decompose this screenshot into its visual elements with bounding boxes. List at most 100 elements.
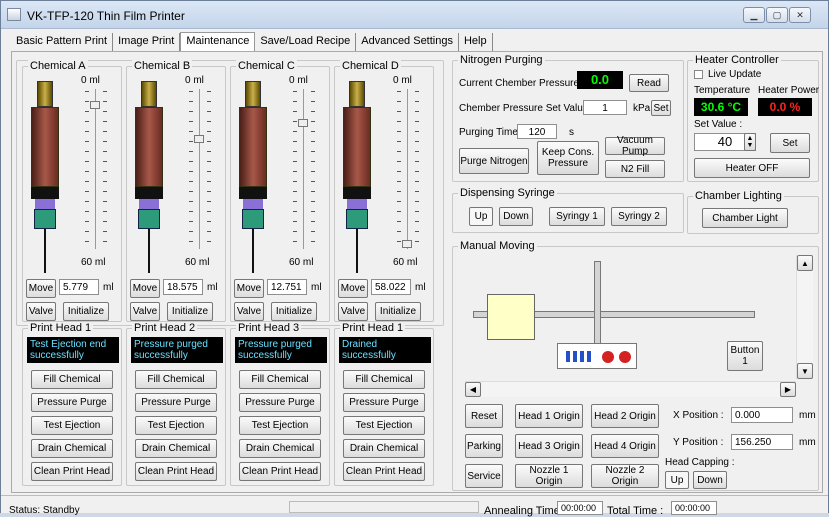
print-head-carriage[interactable] bbox=[487, 294, 535, 340]
fill-chemical-button[interactable]: Fill Chemical bbox=[135, 370, 217, 389]
scroll-right-icon[interactable]: ▶ bbox=[780, 382, 796, 397]
clean-print-head-button[interactable]: Clean Print Head bbox=[135, 462, 217, 481]
reset-button[interactable]: Reset bbox=[465, 404, 503, 428]
scroll-up-icon[interactable]: ▲ bbox=[797, 255, 813, 271]
volume-slider-thumb[interactable] bbox=[298, 119, 308, 127]
drain-chemical-button[interactable]: Drain Chemical bbox=[31, 439, 113, 458]
fill-chemical-button[interactable]: Fill Chemical bbox=[31, 370, 113, 389]
test-ejection-button[interactable]: Test Ejection bbox=[31, 416, 113, 435]
pressure-set-input[interactable]: 1 bbox=[583, 100, 627, 115]
y-position-input[interactable]: 156.250 bbox=[731, 434, 793, 450]
chemical-group-d: Chemical D 0 ml 60 ml Move 58.022 ml Val… bbox=[334, 60, 434, 322]
initialize-button[interactable]: Initialize bbox=[167, 302, 213, 321]
tab-help[interactable]: Help bbox=[459, 33, 493, 51]
head-3-origin-button[interactable]: Head 3 Origin bbox=[515, 434, 583, 458]
chamber-light-button[interactable]: Chamber Light bbox=[702, 208, 788, 228]
volume-slider-thumb[interactable] bbox=[402, 240, 412, 248]
syringe-up-button[interactable]: Up bbox=[469, 207, 493, 226]
print-head-status: Drained successfully bbox=[339, 337, 431, 363]
head-capping-label: Head Capping : bbox=[665, 457, 735, 468]
volume-input[interactable]: 5.779 bbox=[59, 279, 99, 295]
tab-basic-pattern-print[interactable]: Basic Pattern Print bbox=[11, 33, 114, 51]
scroll-down-icon[interactable]: ▼ bbox=[797, 363, 813, 379]
volume-input[interactable]: 12.751 bbox=[267, 279, 307, 295]
fill-chemical-button[interactable]: Fill Chemical bbox=[343, 370, 425, 389]
valve-button[interactable]: Valve bbox=[234, 302, 264, 321]
initialize-button[interactable]: Initialize bbox=[375, 302, 421, 321]
head-1-origin-button[interactable]: Head 1 Origin bbox=[515, 404, 583, 428]
tab-save-load-recipe[interactable]: Save/Load Recipe bbox=[255, 33, 357, 51]
volume-slider-track[interactable] bbox=[199, 89, 200, 249]
y-position-unit: mm bbox=[799, 437, 816, 448]
drain-chemical-button[interactable]: Drain Chemical bbox=[239, 439, 321, 458]
move-button[interactable]: Move bbox=[130, 279, 160, 298]
tab-advanced-settings[interactable]: Advanced Settings bbox=[356, 33, 459, 51]
clean-print-head-button[interactable]: Clean Print Head bbox=[31, 462, 113, 481]
tab-maintenance[interactable]: Maintenance bbox=[180, 32, 256, 51]
pressure-purge-button[interactable]: Pressure Purge bbox=[239, 393, 321, 412]
purge-nitrogen-button[interactable]: Purge Nitrogen bbox=[459, 148, 529, 174]
service-button[interactable]: Service bbox=[465, 464, 503, 488]
pressure-purge-button[interactable]: Pressure Purge bbox=[343, 393, 425, 412]
drain-chemical-button[interactable]: Drain Chemical bbox=[135, 439, 217, 458]
move-button[interactable]: Move bbox=[234, 279, 264, 298]
parking-button[interactable]: Parking bbox=[465, 434, 503, 458]
purging-time-input[interactable]: 120 bbox=[517, 124, 557, 139]
set-pressure-button[interactable]: Set bbox=[651, 100, 671, 116]
move-button[interactable]: Move bbox=[26, 279, 56, 298]
volume-slider-thumb[interactable] bbox=[90, 101, 100, 109]
initialize-button[interactable]: Initialize bbox=[63, 302, 109, 321]
syringe-1-button[interactable]: Syringy 1 bbox=[549, 207, 605, 226]
test-ejection-button[interactable]: Test Ejection bbox=[343, 416, 425, 435]
nozzle-1-origin-button[interactable]: Nozzle 1 Origin bbox=[515, 464, 583, 488]
nozzle-2-origin-button[interactable]: Nozzle 2 Origin bbox=[591, 464, 659, 488]
volume-slider-track[interactable] bbox=[95, 89, 96, 249]
n2-fill-button[interactable]: N2 Fill bbox=[605, 160, 665, 178]
tab-image-print[interactable]: Image Print bbox=[113, 33, 181, 51]
initialize-button[interactable]: Initialize bbox=[271, 302, 317, 321]
syringe-2-button[interactable]: Syringy 2 bbox=[611, 207, 667, 226]
close-icon[interactable]: ✕ bbox=[789, 7, 811, 23]
minimize-icon[interactable]: ▁ bbox=[743, 7, 765, 23]
test-ejection-button[interactable]: Test Ejection bbox=[135, 416, 217, 435]
pressure-purge-button[interactable]: Pressure Purge bbox=[135, 393, 217, 412]
clean-print-head-button[interactable]: Clean Print Head bbox=[239, 462, 321, 481]
volume-slider-track[interactable] bbox=[407, 89, 408, 249]
move-button[interactable]: Move bbox=[338, 279, 368, 298]
volume-slider-track[interactable] bbox=[303, 89, 304, 249]
live-update-checkbox[interactable] bbox=[694, 70, 703, 79]
heater-off-button[interactable]: Heater OFF bbox=[694, 158, 810, 178]
volume-slider-thumb[interactable] bbox=[194, 135, 204, 143]
head-4-origin-button[interactable]: Head 4 Origin bbox=[591, 434, 659, 458]
clean-print-head-button[interactable]: Clean Print Head bbox=[343, 462, 425, 481]
head-2-origin-button[interactable]: Head 2 Origin bbox=[591, 404, 659, 428]
vacuum-pump-button[interactable]: Vacuum Pump bbox=[605, 135, 665, 157]
pressure-unit: kPa bbox=[633, 103, 651, 114]
keep-pressure-button[interactable]: Keep Cons. Pressure bbox=[537, 141, 599, 175]
capping-up-button[interactable]: Up bbox=[665, 471, 689, 489]
pressure-purge-button[interactable]: Pressure Purge bbox=[31, 393, 113, 412]
volume-input[interactable]: 58.022 bbox=[371, 279, 411, 295]
vertical-scrollbar[interactable]: ▲ ▼ bbox=[796, 255, 813, 379]
volume-input[interactable]: 18.575 bbox=[163, 279, 203, 295]
horizontal-scrollbar[interactable]: ◀ ▶ bbox=[465, 381, 796, 397]
scroll-left-icon[interactable]: ◀ bbox=[465, 382, 481, 397]
heater-set-button[interactable]: Set bbox=[770, 133, 810, 153]
valve-button[interactable]: Valve bbox=[130, 302, 160, 321]
test-ejection-button[interactable]: Test Ejection bbox=[239, 416, 321, 435]
valve-button[interactable]: Valve bbox=[338, 302, 368, 321]
syringe-down-button[interactable]: Down bbox=[499, 207, 533, 226]
maximize-icon[interactable]: ▢ bbox=[766, 7, 788, 23]
read-pressure-button[interactable]: Read bbox=[629, 74, 669, 92]
valve-button[interactable]: Valve bbox=[26, 302, 56, 321]
drain-chemical-button[interactable]: Drain Chemical bbox=[343, 439, 425, 458]
status-text: Status: Standby bbox=[9, 505, 80, 516]
button-1[interactable]: Button 1 bbox=[727, 341, 763, 371]
volume-unit: ml bbox=[415, 282, 426, 293]
x-position-input[interactable]: 0.000 bbox=[731, 407, 793, 423]
chemical-group-c: Chemical C 0 ml 60 ml Move 12.751 ml Val… bbox=[230, 60, 330, 322]
set-value-spinner[interactable]: ▲ ▼ bbox=[744, 133, 756, 151]
capping-down-button[interactable]: Down bbox=[693, 471, 727, 489]
fill-chemical-button[interactable]: Fill Chemical bbox=[239, 370, 321, 389]
syringe-rod bbox=[148, 229, 150, 273]
